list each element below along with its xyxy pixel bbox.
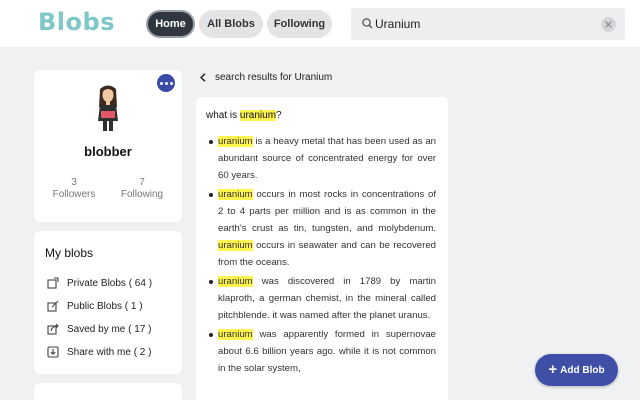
list-item: uranium is a heavy metal that has been u… <box>209 133 436 184</box>
saved-by-me-link[interactable]: Saved by me ( 17 ) <box>47 321 151 337</box>
list-item: uranium was apparently formed in superno… <box>209 326 436 377</box>
private-blobs-label: Private Blobs ( 64 ) <box>67 277 153 289</box>
highlighted-term: uranium <box>218 240 253 251</box>
saved-icon <box>47 323 59 335</box>
chevron-left-icon <box>199 73 206 82</box>
share-with-me-link[interactable]: Share with me ( 2 ) <box>47 344 151 360</box>
nav-all-blobs-button[interactable]: All Blobs <box>199 10 263 38</box>
top-bar: Blobs Home All Blobs Following <box>0 0 640 47</box>
add-blob-label: Add Blob <box>560 364 605 376</box>
dot-icon <box>164 81 168 85</box>
search-result-card: what is uranium? uranium is a heavy meta… <box>196 97 448 400</box>
search-bar <box>351 8 625 40</box>
private-blobs-link[interactable]: Private Blobs ( 64 ) <box>47 275 152 291</box>
following-label: Following <box>120 189 164 200</box>
share-with-me-label: Share with me ( 2 ) <box>67 346 152 358</box>
private-blob-icon <box>47 277 59 289</box>
share-icon <box>47 346 59 358</box>
app-logo[interactable]: Blobs <box>38 8 115 36</box>
following-count: 7 <box>139 177 145 188</box>
followers-stat[interactable]: 3 Followers <box>44 177 104 201</box>
dot-icon <box>159 81 163 85</box>
highlighted-term: uranium <box>218 189 253 200</box>
question-prefix: what is <box>206 110 240 121</box>
public-blobs-label: Public Blobs ( 1 ) <box>67 300 143 312</box>
add-blob-button[interactable]: + Add Blob <box>535 354 618 386</box>
nav-following-button[interactable]: Following <box>267 10 332 38</box>
plus-icon: + <box>548 361 558 378</box>
followers-count: 3 <box>71 177 77 188</box>
public-blob-icon <box>47 300 59 312</box>
clear-search-button[interactable] <box>601 17 616 32</box>
question-suffix: ? <box>276 110 282 121</box>
my-blobs-card: My blobs Private Blobs ( 64 ) Public Blo… <box>34 231 182 374</box>
close-icon <box>605 21 612 28</box>
search-input[interactable] <box>375 14 595 34</box>
followers-label: Followers <box>52 189 96 200</box>
more-options-button[interactable] <box>157 74 175 92</box>
list-item: uranium was discovered in 1789 by martin… <box>209 273 436 324</box>
sidebar-bottom-card <box>34 383 182 400</box>
back-button[interactable]: search results for Uranium <box>199 72 332 83</box>
back-label: search results for Uranium <box>215 72 333 83</box>
list-item: uranium occurs in most rocks in concentr… <box>209 186 436 271</box>
username: blobber <box>84 144 132 159</box>
nav-home-button[interactable]: Home <box>146 10 195 38</box>
public-blobs-link[interactable]: Public Blobs ( 1 ) <box>47 298 143 314</box>
result-answer-list: uranium is a heavy metal that has been u… <box>209 133 436 379</box>
highlighted-term: uranium <box>218 329 253 340</box>
dot-icon <box>169 81 173 85</box>
my-blobs-title: My blobs <box>45 246 94 260</box>
result-question: what is uranium? <box>206 110 282 121</box>
following-stat[interactable]: 7 Following <box>112 177 172 201</box>
avatar <box>98 85 118 131</box>
saved-by-me-label: Saved by me ( 17 ) <box>67 323 152 335</box>
highlighted-term: uranium <box>218 276 253 287</box>
profile-card: blobber 3 Followers 7 Following <box>34 70 182 222</box>
highlighted-term: uranium <box>239 110 277 121</box>
highlighted-term: uranium <box>218 136 253 147</box>
search-icon <box>362 18 373 29</box>
